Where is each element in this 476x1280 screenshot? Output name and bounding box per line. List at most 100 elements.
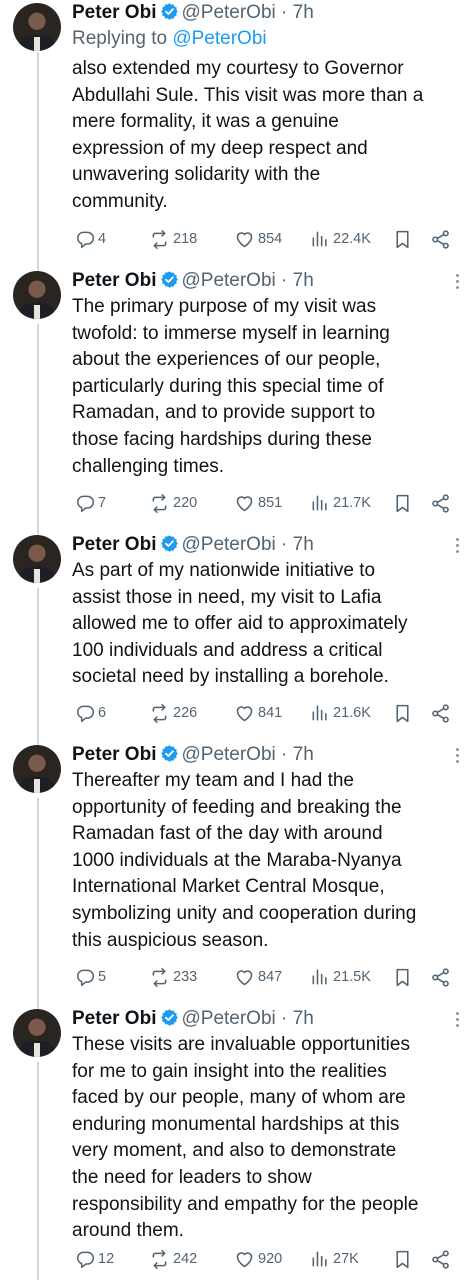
reply-button[interactable]: 5: [75, 964, 106, 990]
author-handle[interactable]: @PeterObi: [181, 534, 275, 555]
avatar[interactable]: [13, 1009, 61, 1057]
author-handle[interactable]: @PeterObi: [181, 1008, 275, 1029]
tweet-text: These visits are invaluable opportunitie…: [72, 1034, 419, 1242]
author-name[interactable]: Peter Obi: [72, 270, 156, 291]
reply-button[interactable]: 7: [75, 490, 106, 516]
author-handle[interactable]: @PeterObi: [181, 744, 275, 765]
author-name[interactable]: Peter Obi: [72, 1008, 156, 1029]
tweet-text: The primary purpose of my visit was twof…: [72, 296, 390, 477]
views-icon: [312, 1251, 327, 1267]
repost-button[interactable]: 233: [149, 964, 197, 990]
replying-to-link[interactable]: @PeterObi: [172, 28, 266, 49]
replying-to-label: Replying to: [72, 28, 173, 49]
views-button[interactable]: 27K: [310, 1246, 359, 1272]
bookmark-button[interactable]: [392, 700, 416, 726]
bookmark-icon: [396, 230, 409, 248]
reply-icon: [76, 495, 95, 513]
replying-to: Replying to @PeterObi: [72, 26, 267, 52]
avatar[interactable]: [13, 3, 61, 51]
repost-button[interactable]: 218: [149, 226, 197, 252]
share-icon: [432, 229, 449, 249]
tweet-text: As part of my nationwide initiative to a…: [72, 560, 408, 688]
tweet-actions: 12 242 920 27K: [72, 1246, 464, 1272]
tweet-time[interactable]: · 7h: [281, 2, 314, 23]
reply-button[interactable]: 4: [75, 226, 106, 252]
repost-icon: [152, 967, 167, 987]
tweet-time[interactable]: · 7h: [281, 1008, 314, 1029]
reply-button[interactable]: 6: [75, 700, 106, 726]
view-count: 21.6K: [333, 705, 371, 721]
tweet-header: Peter Obi @PeterObi · 7h: [72, 268, 476, 294]
share-icon: [432, 967, 449, 987]
like-count: 854: [258, 231, 283, 247]
like-icon: [236, 495, 253, 511]
tweet-time[interactable]: · 7h: [281, 534, 314, 555]
tweet-time[interactable]: · 7h: [281, 744, 314, 765]
tweet-actions: 4 218 854 22.4K: [72, 226, 464, 252]
view-count: 21.7K: [333, 495, 371, 511]
reply-icon: [76, 969, 95, 987]
views-icon: [312, 969, 327, 985]
author-name[interactable]: Peter Obi: [72, 2, 156, 23]
like-icon: [236, 969, 253, 985]
reply-count: 4: [98, 231, 107, 247]
more-icon[interactable]: [456, 538, 460, 556]
bookmark-button[interactable]: [392, 490, 416, 516]
repost-count: 233: [173, 969, 198, 985]
like-button[interactable]: 854: [234, 226, 282, 252]
like-icon: [236, 705, 253, 721]
tweet-time[interactable]: · 7h: [281, 270, 314, 291]
tweet[interactable]: Peter Obi @PeterObi · 7h The primary purp…: [0, 268, 476, 530]
views-button[interactable]: 21.7K: [310, 490, 371, 516]
like-button[interactable]: 847: [234, 964, 282, 990]
repost-count: 220: [173, 495, 198, 511]
bookmark-icon: [396, 494, 409, 512]
tweet[interactable]: Peter Obi @PeterObi · 7h Thereafter my te…: [0, 742, 476, 1004]
tweet[interactable]: Peter Obi @PeterObi · 7h These visits are…: [0, 1006, 476, 1280]
tweet-actions: 6 226 841 21.6K: [72, 700, 464, 726]
reply-button[interactable]: 12: [75, 1246, 114, 1272]
avatar[interactable]: [13, 271, 61, 319]
verified-badge-icon: [160, 2, 180, 21]
repost-count: 242: [173, 1251, 198, 1267]
tweet[interactable]: Peter Obi @PeterObi · 7h Replying to @Pet…: [0, 0, 476, 262]
author-name[interactable]: Peter Obi: [72, 534, 156, 555]
reply-count: 6: [98, 705, 107, 721]
repost-icon: [152, 229, 167, 249]
bookmark-button[interactable]: [392, 226, 416, 252]
views-button[interactable]: 21.5K: [310, 964, 371, 990]
share-icon: [432, 703, 449, 723]
share-button[interactable]: [430, 700, 454, 726]
reply-count: 7: [98, 495, 107, 511]
avatar[interactable]: [13, 745, 61, 793]
more-icon[interactable]: [456, 748, 460, 766]
share-button[interactable]: [430, 226, 454, 252]
repost-button[interactable]: 226: [149, 700, 197, 726]
views-button[interactable]: 21.6K: [310, 700, 371, 726]
like-button[interactable]: 851: [234, 490, 282, 516]
author-handle[interactable]: @PeterObi: [181, 2, 275, 23]
like-button[interactable]: 920: [234, 1246, 282, 1272]
repost-button[interactable]: 220: [149, 490, 197, 516]
more-icon[interactable]: [456, 1012, 460, 1030]
like-icon: [236, 1251, 253, 1267]
author-handle[interactable]: @PeterObi: [181, 270, 275, 291]
repost-button[interactable]: 242: [149, 1246, 197, 1272]
like-icon: [236, 231, 253, 247]
like-button[interactable]: 841: [234, 700, 282, 726]
views-button[interactable]: 22.4K: [310, 226, 371, 252]
bookmark-icon: [396, 704, 409, 722]
author-name[interactable]: Peter Obi: [72, 744, 156, 765]
bookmark-button[interactable]: [392, 964, 416, 990]
share-button[interactable]: [430, 1246, 454, 1272]
share-button[interactable]: [430, 964, 454, 990]
more-icon[interactable]: [456, 274, 460, 292]
tweet[interactable]: Peter Obi @PeterObi · 7h As part of my na…: [0, 532, 476, 738]
bookmark-button[interactable]: [392, 1246, 416, 1272]
view-count: 27K: [333, 1251, 359, 1267]
reply-count: 12: [98, 1251, 115, 1267]
reply-icon: [76, 231, 95, 249]
share-button[interactable]: [430, 490, 454, 516]
avatar[interactable]: [13, 535, 61, 583]
verified-badge-icon: [160, 744, 180, 763]
